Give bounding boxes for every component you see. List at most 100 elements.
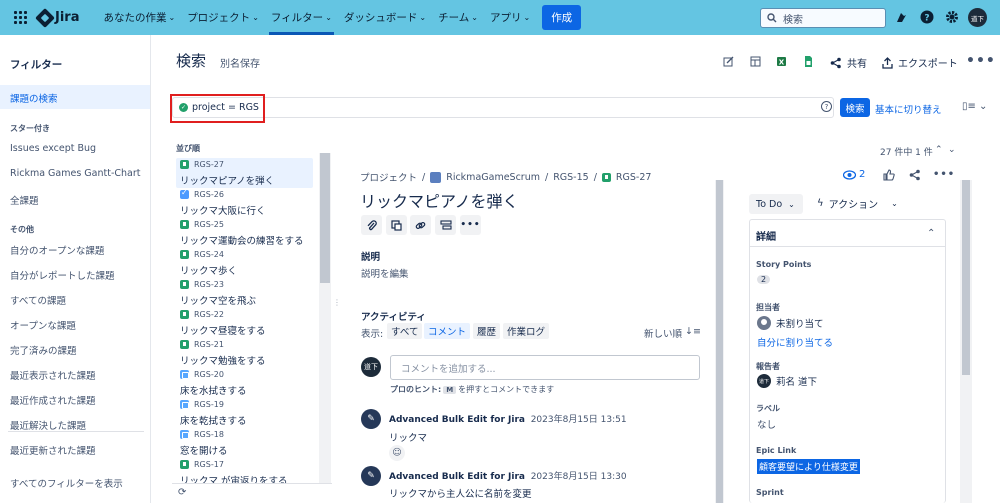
user-avatar[interactable]: 道下 [968,8,987,27]
more-actions-icon[interactable]: ••• [966,53,996,69]
help-icon[interactable]: ? [919,9,935,25]
sidebar-item-other[interactable]: 自分のオープンな課題 [10,243,104,257]
sidebar-item-starred[interactable]: Issues except Bug [10,143,96,154]
right-panel-scrollbar[interactable] [960,180,972,503]
reporter-field[interactable]: 道下 莉名 道下 [757,374,817,388]
issue-list-item[interactable]: RGS-21 リックマ勉強をする [176,338,313,368]
add-reaction-icon[interactable]: ☺ [389,445,405,461]
activity-author[interactable]: Advanced Bulk Edit for Jira [389,472,525,482]
switch-to-basic-link[interactable]: 基本に切り替え [875,102,942,116]
issue-list-item[interactable]: RGS-22 リックマ昼寝をする [176,308,313,338]
assign-to-me-link[interactable]: 自分に割り当てる [757,335,833,349]
more-icon[interactable]: ••• [933,169,955,180]
issue-list-scrollbar[interactable] [319,153,331,483]
jql-query-input[interactable]: ✓ project = RGS [172,97,834,118]
nav-apps[interactable]: アプリ ⌄ [484,0,536,35]
jira-logo[interactable]: Jira [35,7,79,28]
add-comment-input[interactable]: コメントを追加する... [390,355,700,380]
save-as-button[interactable]: 別名保存 [220,55,260,70]
sidebar-item-other[interactable]: オープンな課題 [10,318,76,332]
issue-list-item[interactable]: RGS-24 リックマ歩く [176,248,313,278]
issue-list-item[interactable]: RGS-25 リックマ運動会の練習をする [176,218,313,248]
activity-author[interactable]: Advanced Bulk Edit for Jira [389,415,525,425]
notifications-icon[interactable] [893,9,909,25]
google-sheets-icon[interactable] [802,55,814,67]
story-points-field[interactable]: 2 [757,275,771,284]
issue-key: RGS-25 [194,220,224,229]
watchers-button[interactable]: 2 [843,169,865,180]
nav-dashboards[interactable]: ダッシュボード ⌄ [338,0,432,35]
breadcrumb-parent[interactable]: RGS-15 [553,172,589,183]
jql-search-button[interactable]: 検索 [840,98,870,117]
view-all-filters-link[interactable]: すべてのフィルターを表示 [10,476,123,490]
export-button[interactable]: エクスポート [882,55,958,70]
breadcrumb-project[interactable]: RickmaGameScrum [446,172,540,183]
activity-filter-history[interactable]: 履歴 [473,323,501,339]
detail-scrollbar[interactable] [715,180,724,503]
subtask-icon [180,400,189,409]
issue-list-item[interactable]: RGS-23 リックマ空を飛ぶ [176,278,313,308]
labels-value[interactable]: なし [757,417,776,431]
chevron-up-icon[interactable]: ⌃ [927,228,935,239]
issue-title[interactable]: リックマピアノを弾く [360,188,519,212]
labels-label: ラベル [756,404,780,413]
sidebar-item-other[interactable]: すべての課題 [10,293,66,307]
epic-link-field[interactable]: 顧客要望により仕様変更 [757,459,860,474]
activity-filter-worklog[interactable]: 作業ログ [503,323,550,339]
issue-list-item[interactable]: RGS-19 床を乾拭きする [176,398,313,428]
issue-list-item[interactable]: RGS-18 窓を開ける [176,428,313,458]
global-search-input[interactable]: 検索 [760,8,886,28]
sidebar-item-search-issues[interactable]: 課題の検索 [10,91,58,105]
excel-icon[interactable]: X [775,55,787,67]
refresh-icon[interactable]: ⟳ [178,487,186,498]
issue-list-item[interactable]: RGS-17 リックマ が宙返りをする [176,458,313,483]
child-issue-icon[interactable] [386,215,407,235]
sort-order-label[interactable]: 並び順 [176,143,200,154]
sort-newest-button[interactable]: 新しい順 ↓≡ [644,326,701,340]
nav-filters[interactable]: フィルター ⌄ [265,0,338,35]
svg-text:?: ? [924,14,929,24]
sidebar-item-other[interactable]: 完了済みの課題 [10,343,77,357]
details-heading[interactable]: 詳細 [756,228,776,243]
sidebar-item-starred[interactable]: Rickma Games Gantt-Chart [10,168,141,179]
share-icon[interactable] [909,169,921,184]
activity-text: リックマから主人公に名前を変更 [389,489,532,500]
edit-icon[interactable] [722,55,734,67]
link-icon[interactable] [410,215,431,235]
more-icon[interactable]: ••• [460,215,481,235]
columns-icon[interactable] [749,55,761,67]
share-button[interactable]: 共有 [830,55,867,70]
action-dropdown[interactable]: ϟ アクション ⌄ [817,196,898,211]
syntax-help-icon[interactable]: ? [821,101,832,112]
app-switcher-icon[interactable] [12,10,28,26]
sidebar-item-starred[interactable]: 全課題 [10,193,39,207]
status-dropdown[interactable]: To Do ⌄ [749,194,803,214]
sidebar-item-other[interactable]: 自分がレポートした課題 [10,268,115,282]
nav-teams[interactable]: チーム ⌄ [432,0,484,35]
sidebar-item-other[interactable]: 最近更新された課題 [10,443,96,457]
create-button[interactable]: 作成 [542,5,582,30]
assignee-field[interactable]: 未割り当て [757,316,824,330]
resize-handle-icon[interactable]: ⋮ [333,298,341,307]
next-issue-icon[interactable]: ⌄ [948,145,956,155]
issue-list-item[interactable]: RGS-20 床を水拭きする [176,368,313,398]
attach-icon[interactable] [361,215,382,235]
view-switcher-icon[interactable]: ▯≡ ⌄ [962,101,987,112]
nav-projects[interactable]: プロジェクト ⌄ [181,0,265,35]
activity-filter-comments[interactable]: コメント [424,323,471,339]
description-edit[interactable]: 説明を編集 [361,266,409,280]
apps-icon[interactable] [435,215,456,235]
previous-issue-icon[interactable]: ⌃ [935,145,943,155]
sidebar-item-other[interactable]: 最近作成された課題 [10,393,96,407]
sidebar-item-other[interactable]: 最近表示された課題 [10,368,96,382]
activity-filter-all[interactable]: すべて [387,323,423,339]
sidebar-item-other[interactable]: 最近解決した課題 [10,418,86,432]
sort-newest-label: 新しい順 [644,329,683,340]
issue-list-item[interactable]: RGS-26 リックマ大阪に行く [176,188,313,218]
nav-your-work[interactable]: あなたの作業 ⌄ [97,0,181,35]
settings-gear-icon[interactable] [944,9,960,25]
issue-list-item[interactable]: RGS-27 リックマピアノを弾く [176,158,313,188]
thumbs-up-icon[interactable] [883,169,895,184]
breadcrumb-issue-key[interactable]: RGS-27 [616,172,652,183]
breadcrumb-projects[interactable]: プロジェクト [360,170,417,184]
